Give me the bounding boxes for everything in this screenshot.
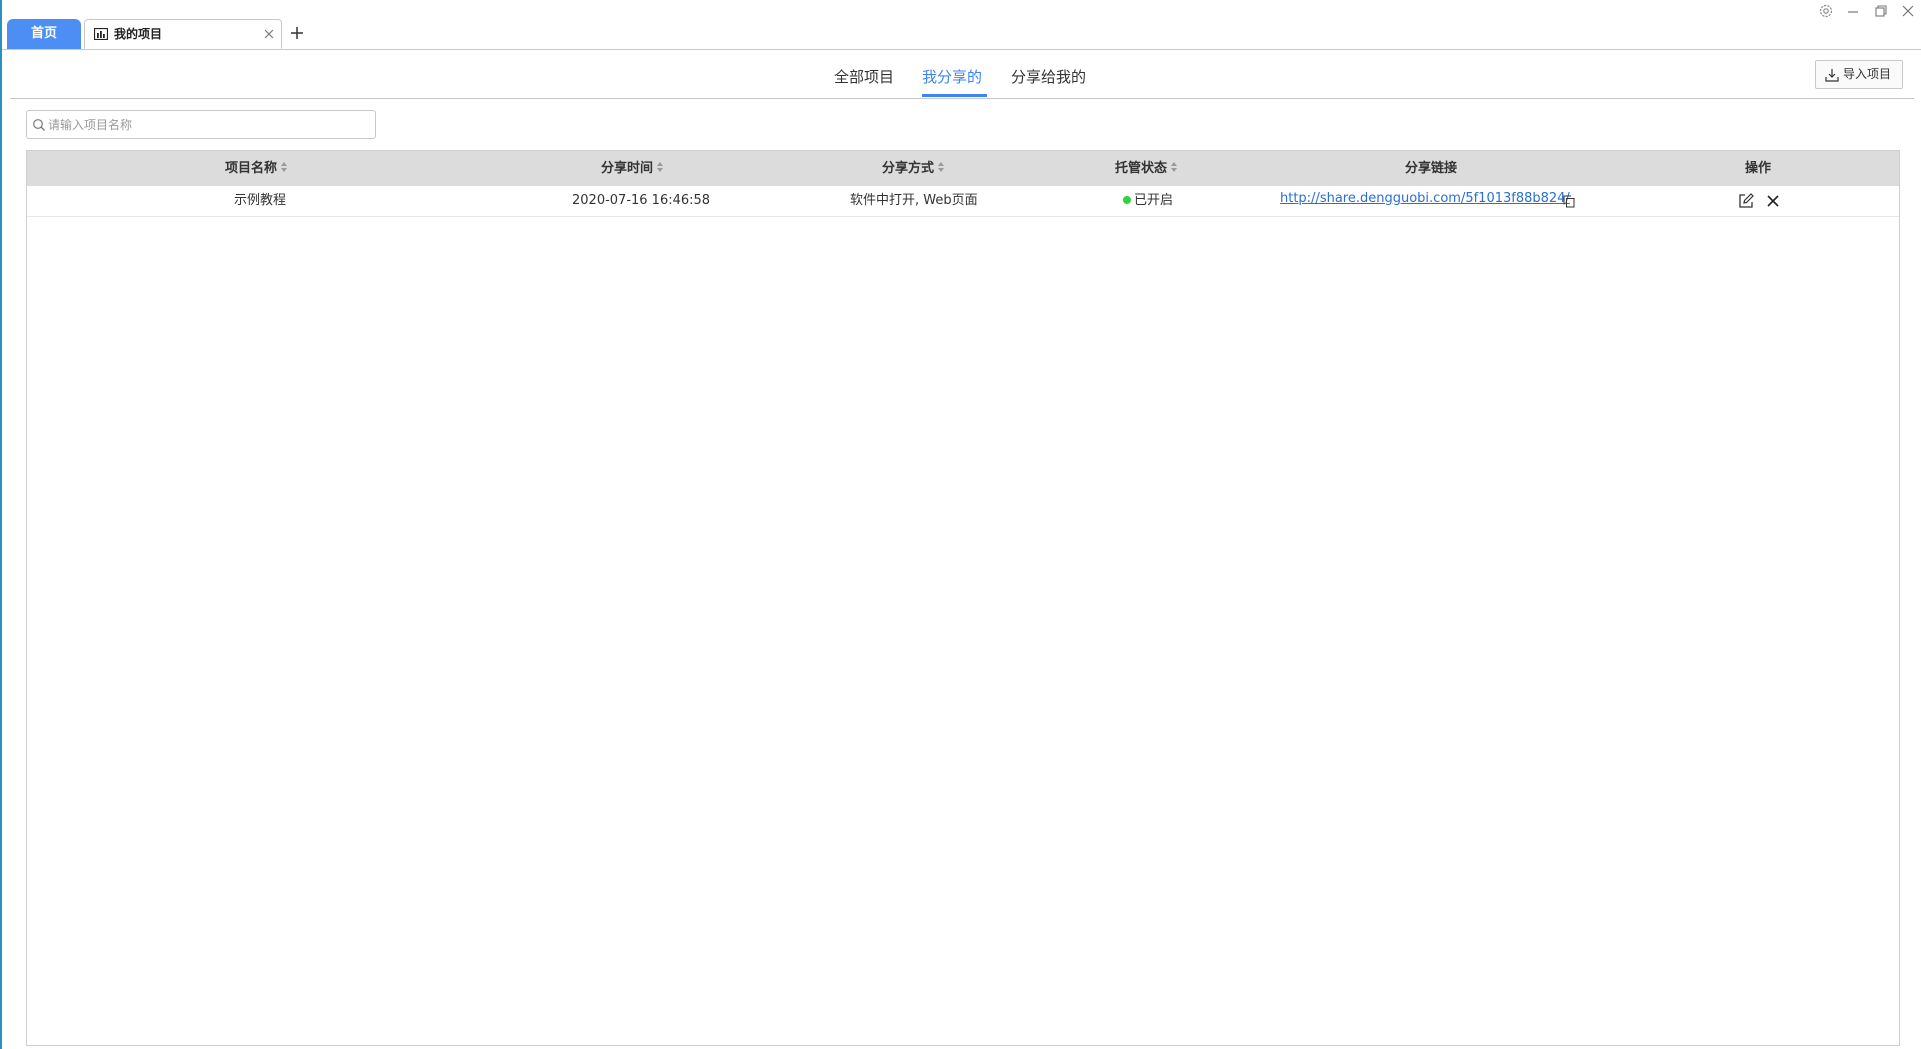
window-close-icon[interactable] (1900, 3, 1916, 19)
status-text: 已开启 (1134, 193, 1174, 208)
active-tab-indicator (922, 94, 987, 97)
import-project-label: 导入项目 (1843, 67, 1892, 81)
edit-icon[interactable] (1738, 193, 1754, 209)
tab-all-projects[interactable]: 全部项目 (834, 66, 894, 87)
sort-icon[interactable] (1170, 161, 1178, 173)
cell-share-link: http://share.dengguobi.com/5f1013f88b824… (1280, 186, 1570, 216)
app-window: 首页 我的项目 全部项目 我分享的 分享给我的 导入项目 请输入项目名称 项目名… (0, 0, 1921, 1049)
tab-home-label: 首页 (30, 26, 57, 41)
cell-project-name: 示例教程 (234, 193, 287, 208)
restore-icon[interactable] (1873, 3, 1889, 19)
search-input[interactable] (48, 112, 368, 137)
tab-shared-with-me[interactable]: 分享给我的 (1011, 66, 1086, 87)
gear-icon[interactable] (1818, 3, 1834, 19)
column-header-name[interactable]: 项目名称 (225, 151, 288, 186)
sub-navigation: 全部项目 我分享的 分享给我的 导入项目 (10, 50, 1914, 99)
download-icon (1825, 69, 1839, 82)
column-header-share-link: 分享链接 (1405, 161, 1458, 176)
share-link[interactable]: http://share.dengguobi.com/5f1013f88b824… (1280, 191, 1570, 206)
chart-icon (94, 28, 108, 40)
column-header-hosting-status[interactable]: 托管状态 (1115, 151, 1178, 186)
status-on-dot (1123, 195, 1131, 204)
title-bar: 首页 我的项目 (2, 0, 1921, 50)
delete-icon[interactable] (1765, 193, 1781, 209)
sort-icon[interactable] (937, 161, 945, 173)
tab-my-projects-label: 我的项目 (114, 27, 163, 41)
project-table: 项目名称 分享时间 分享方式 托管状态 分享链接 操作 示例教程 2020-07… (26, 150, 1900, 1046)
minimize-icon[interactable] (1845, 3, 1861, 19)
cell-hosting-status: 已开启 (1123, 186, 1173, 216)
copy-icon[interactable] (1563, 195, 1575, 208)
cell-share-time: 2020-07-16 16:46:58 (572, 193, 711, 208)
import-project-button[interactable]: 导入项目 (1815, 60, 1903, 89)
table-row[interactable]: 示例教程 2020-07-16 16:46:58 软件中打开, Web页面 已开… (27, 186, 1899, 217)
table-header: 项目名称 分享时间 分享方式 托管状态 分享链接 操作 (27, 151, 1899, 186)
tab-home[interactable]: 首页 (7, 19, 81, 49)
tab-my-shared[interactable]: 我分享的 (922, 66, 982, 87)
sort-icon[interactable] (656, 161, 664, 173)
column-header-actions: 操作 (1745, 161, 1772, 176)
search-icon (33, 119, 45, 131)
search-box (26, 110, 376, 139)
close-icon[interactable] (263, 28, 275, 40)
sort-icon[interactable] (280, 161, 288, 173)
cell-share-method: 软件中打开, Web页面 (850, 193, 978, 208)
column-header-share-method[interactable]: 分享方式 (882, 151, 945, 186)
tab-my-projects[interactable]: 我的项目 (84, 19, 282, 49)
column-header-share-time[interactable]: 分享时间 (601, 151, 664, 186)
plus-icon[interactable] (290, 26, 304, 40)
